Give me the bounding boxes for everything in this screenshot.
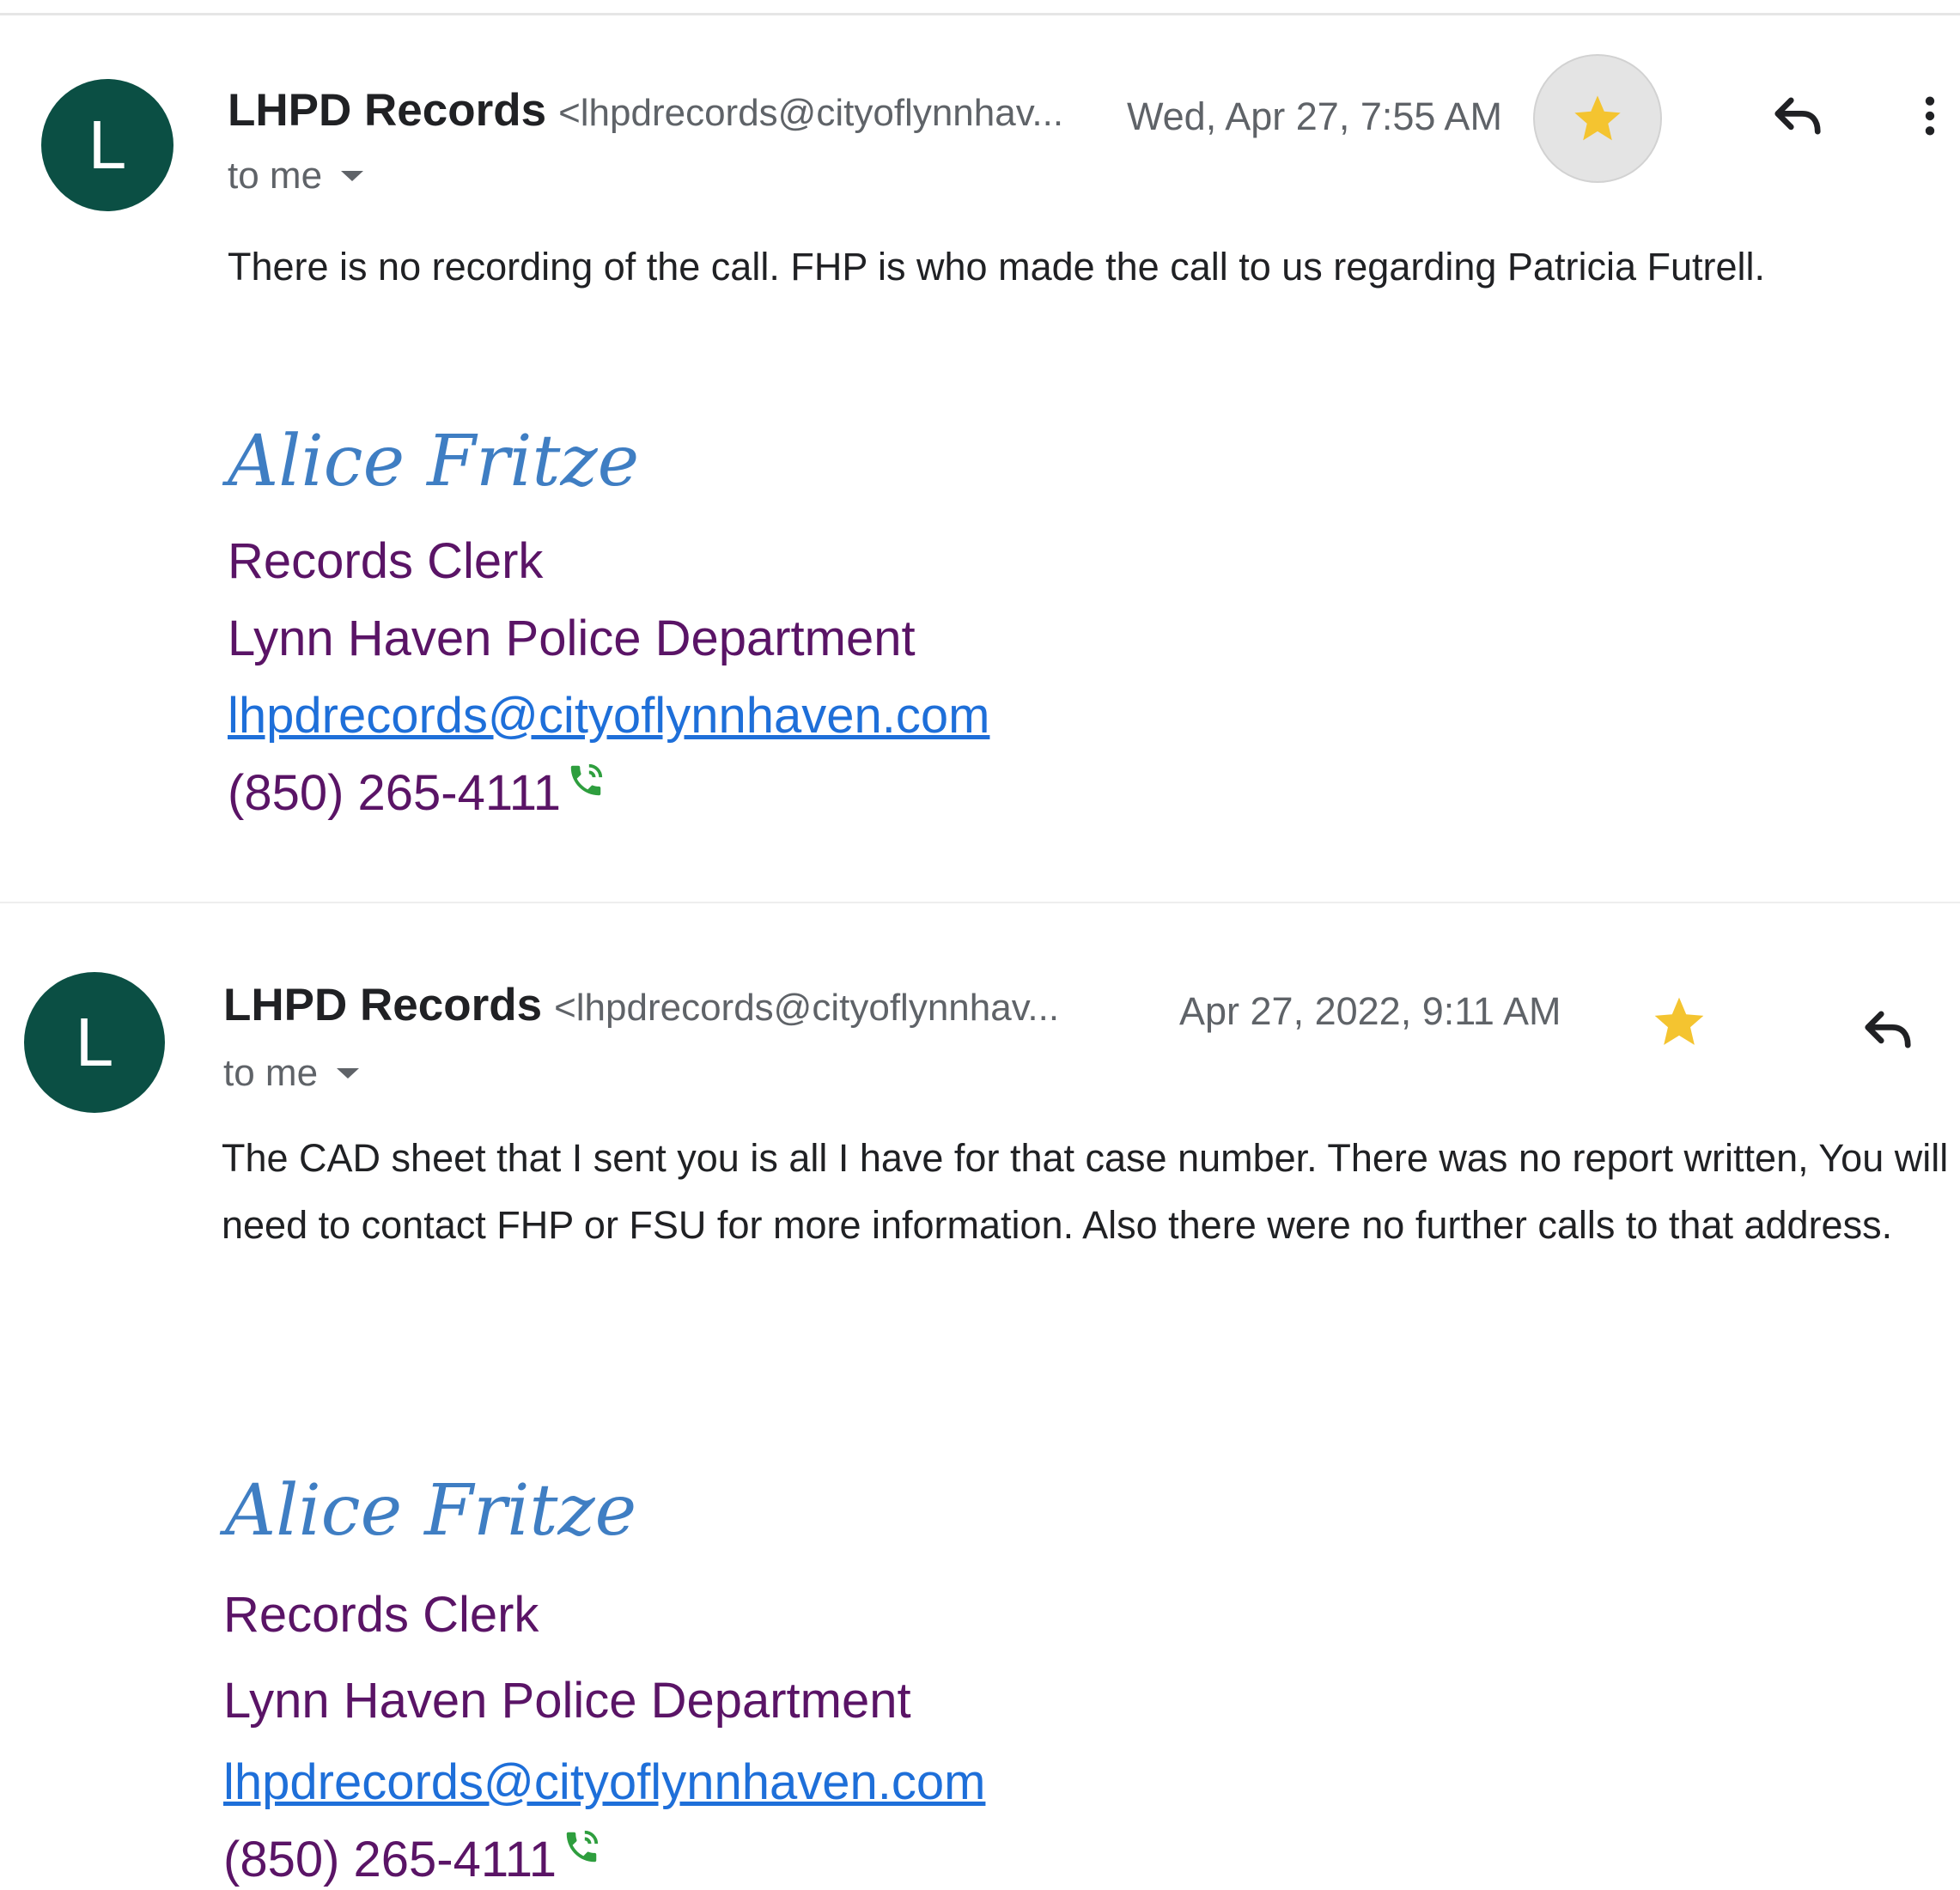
signature-phone-line: (850) 265-4111 bbox=[228, 761, 606, 822]
sender-name[interactable]: LHPD Records bbox=[228, 84, 546, 137]
message-body: The CAD sheet that I sent you is all I h… bbox=[222, 1136, 1949, 1247]
signature-email-line: lhpdrecords@cityoflynnhaven.com bbox=[228, 687, 989, 744]
message-date: Wed, Apr 27, 7:55 AM bbox=[1127, 94, 1502, 138]
signature-title: Records Clerk bbox=[223, 1587, 539, 1643]
reply-button[interactable] bbox=[1858, 1000, 1918, 1060]
signature-title: Records Clerk bbox=[228, 533, 544, 589]
phone-icon[interactable] bbox=[562, 1827, 601, 1867]
star-icon bbox=[1654, 997, 1704, 1045]
reply-icon bbox=[1774, 97, 1821, 135]
reply-button[interactable] bbox=[1768, 86, 1828, 146]
sender-line: LHPD Records <lhpdrecords@cityoflynnhav.… bbox=[228, 84, 1063, 137]
sender-email: <lhpdrecords@cityoflynnhav... bbox=[554, 987, 1060, 1029]
signature-department: Lynn Haven Police Department bbox=[223, 1673, 911, 1729]
signature-email-link[interactable]: lhpdrecords@cityoflynnhaven.com bbox=[223, 1754, 985, 1810]
star-icon bbox=[1574, 95, 1621, 141]
sender-name[interactable]: LHPD Records bbox=[223, 979, 542, 1031]
sender-line: LHPD Records <lhpdrecords@cityoflynnhav.… bbox=[223, 979, 1059, 1031]
signature-name: Alice Fritze bbox=[225, 1470, 637, 1552]
signature-phone[interactable]: (850) 265-4111 bbox=[223, 1832, 557, 1887]
email-message: L LHPD Records <lhpdrecords@cityoflynnha… bbox=[0, 903, 1960, 1890]
dropdown-arrow-icon bbox=[341, 171, 364, 181]
phone-icon[interactable] bbox=[566, 761, 606, 800]
more-vert-icon bbox=[1925, 96, 1935, 136]
message-body: There is no recording of the call. FHP i… bbox=[228, 245, 1766, 289]
star-button[interactable] bbox=[1533, 54, 1662, 183]
signature-phone-line: (850) 265-4111 bbox=[223, 1830, 601, 1888]
recipient-dropdown[interactable]: to me bbox=[228, 155, 365, 198]
avatar-letter: L bbox=[88, 106, 127, 183]
dropdown-arrow-icon bbox=[337, 1068, 360, 1079]
email-message: L LHPD Records <lhpdrecords@cityoflynnha… bbox=[0, 0, 1960, 902]
sender-avatar[interactable]: L bbox=[24, 972, 165, 1113]
sender-avatar[interactable]: L bbox=[41, 79, 173, 211]
signature-email-line: lhpdrecords@cityoflynnhaven.com bbox=[223, 1753, 985, 1811]
recipient-dropdown[interactable]: to me bbox=[223, 1052, 361, 1095]
signature-email-link[interactable]: lhpdrecords@cityoflynnhaven.com bbox=[228, 688, 989, 744]
recipient-label: to me bbox=[228, 155, 323, 197]
message-date: Apr 27, 2022, 9:11 AM bbox=[1179, 989, 1561, 1033]
signature-department: Lynn Haven Police Department bbox=[228, 611, 916, 666]
star-button[interactable] bbox=[1645, 988, 1713, 1056]
recipient-label: to me bbox=[223, 1052, 319, 1094]
signature-phone[interactable]: (850) 265-4111 bbox=[228, 765, 561, 821]
reply-icon bbox=[1865, 1011, 1911, 1048]
signature-name: Alice Fritze bbox=[228, 421, 640, 502]
sender-email: <lhpdrecords@cityoflynnhav... bbox=[558, 92, 1064, 134]
avatar-letter: L bbox=[75, 1004, 114, 1080]
more-options-button[interactable] bbox=[1908, 86, 1951, 146]
